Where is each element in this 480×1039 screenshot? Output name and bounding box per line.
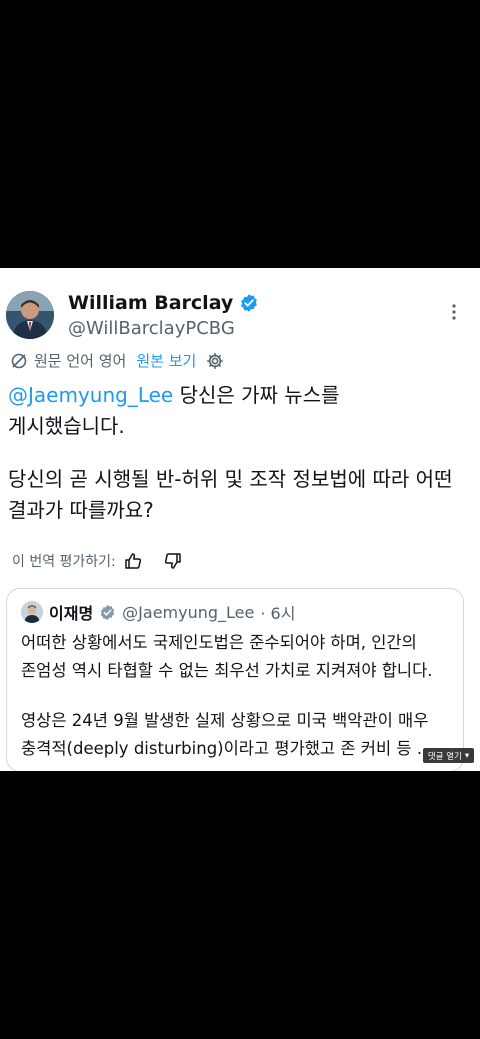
author-handle[interactable]: @WillBarclayPCBG: [68, 318, 235, 339]
more-vertical-icon[interactable]: [447, 302, 461, 322]
chevron-down-icon: ▾: [464, 750, 470, 761]
quoted-author-avatar: [21, 601, 43, 623]
quoted-tweet[interactable]: 이재명 @Jaemyung_Lee · 6시 어떠한 상황에서도 국제인도법은 …: [6, 588, 464, 771]
quoted-author-name: 이재명: [49, 604, 94, 623]
translate-icon: [10, 352, 28, 370]
tweet-card: William Barclay @WillBarclayPCBG 원문 언어 영…: [0, 268, 480, 771]
thumbs-down-icon[interactable]: [164, 552, 182, 570]
quoted-tweet-time: · 6시: [260, 604, 296, 623]
translation-source-label: 원문 언어 영어: [34, 352, 127, 370]
tweet-line-1-rest: 당신은 가짜 뉴스를: [173, 383, 340, 407]
rate-translation-row: 이 번역 평가하기:: [12, 551, 182, 571]
quoted-line-2: 존엄성 역시 타협할 수 없는 최우선 가치로 지켜져야 합니다.: [21, 661, 433, 680]
quoted-line-3: 영상은 24년 9월 발생한 실제 상황으로 미국 백악관이 매우: [21, 711, 429, 730]
author-name[interactable]: William Barclay: [68, 292, 233, 314]
quoted-line-1: 어떠한 상황에서도 국제인도법은 준수되어야 하며, 인간의: [21, 633, 417, 652]
rate-translation-label: 이 번역 평가하기:: [12, 554, 116, 570]
verified-badge-icon: [99, 604, 116, 621]
author-avatar[interactable]: [6, 291, 54, 339]
tweet-line-1: @Jaemyung_Lee 당신은 가짜 뉴스를: [8, 380, 468, 411]
author-name-row: William Barclay: [68, 292, 259, 314]
quoted-line-4: 충격적(deeply disturbing)이라고 평가했고 존 커비 등 ..…: [21, 739, 433, 758]
quoted-tweet-header: 이재명 @Jaemyung_Lee · 6시: [21, 600, 295, 624]
open-comments-button[interactable]: 댓글 열기 ▾: [423, 748, 474, 763]
tweet-line-3: 당신의 곧 시행될 반-허위 및 조작 정보법에 따라 어떤: [8, 467, 453, 491]
quoted-tweet-body: 어떠한 상황에서도 국제인도법은 준수되어야 하며, 인간의 존엄성 역시 타협…: [21, 629, 461, 763]
tweet-line-2: 게시했습니다.: [8, 414, 125, 438]
open-comments-label: 댓글 열기: [427, 751, 462, 762]
thumbs-up-icon[interactable]: [124, 552, 142, 570]
mention-link[interactable]: @Jaemyung_Lee: [8, 383, 173, 407]
quoted-author-handle: @Jaemyung_Lee: [122, 602, 255, 622]
tweet-body: @Jaemyung_Lee 당신은 가짜 뉴스를 게시했습니다. 당신의 곧 시…: [8, 380, 468, 526]
show-original-link[interactable]: 원본 보기: [136, 350, 196, 371]
verified-badge-icon: [239, 293, 259, 313]
gear-icon[interactable]: [206, 352, 224, 370]
tweet-line-4: 결과가 따를까요?: [8, 498, 154, 522]
translation-bar: 원문 언어 영어 원본 보기: [10, 350, 224, 371]
